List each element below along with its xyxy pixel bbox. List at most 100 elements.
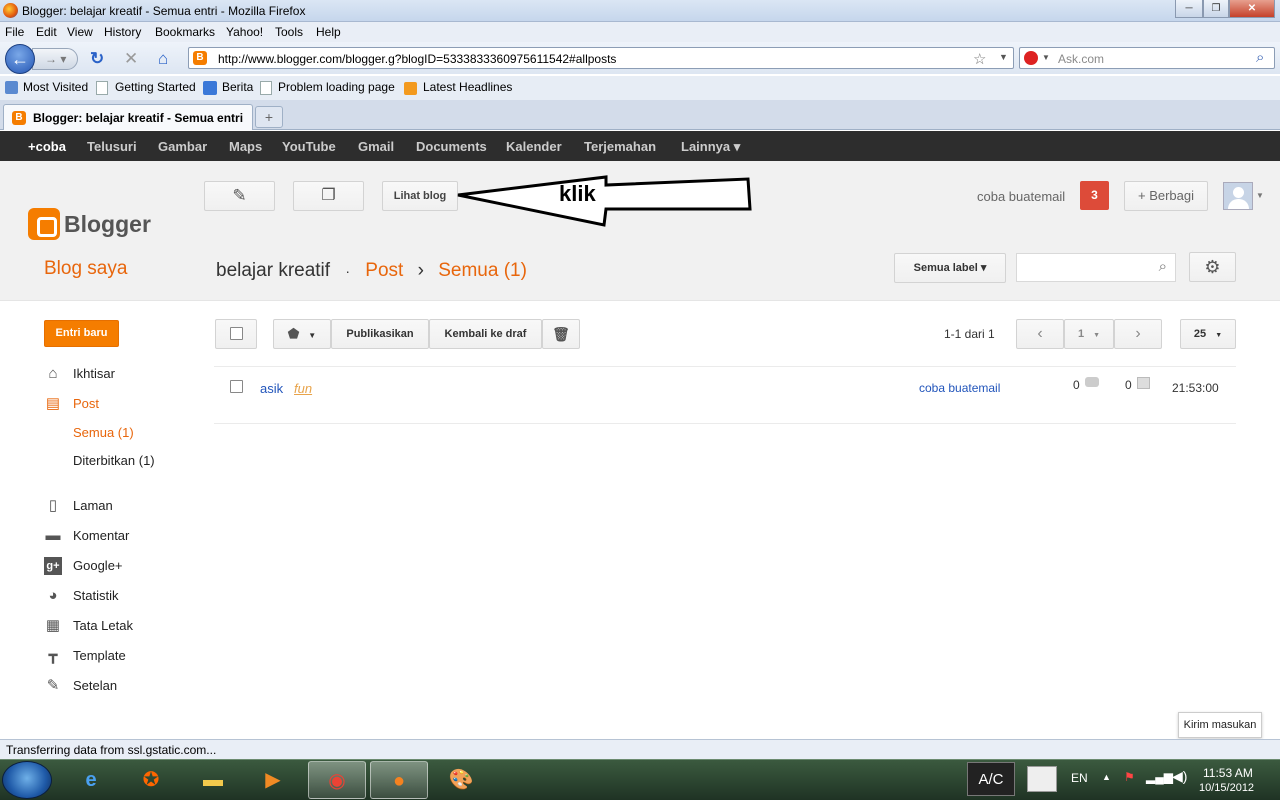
explorer-folder-icon[interactable]: ▬ — [184, 761, 242, 799]
page-select[interactable]: 1 ▼ — [1064, 319, 1114, 349]
googleplus-icon: g+ — [44, 557, 62, 575]
forward-button[interactable]: → ▾ — [32, 48, 78, 70]
table-row[interactable]: asik fun coba buatemail 0 0 21:53:00 — [214, 366, 1236, 424]
breadcrumb: belajar kreatif · Post › Semua (1) — [216, 260, 527, 282]
chrome-icon[interactable]: ◉ — [308, 761, 366, 799]
language-indicator[interactable]: EN — [1071, 771, 1088, 785]
search-engine-dropdown-icon[interactable]: ▼ — [1042, 53, 1050, 62]
breadcrumb-blog-name[interactable]: belajar kreatif — [216, 260, 330, 281]
account-dropdown-icon[interactable]: ▼ — [1256, 191, 1264, 200]
gbar-kalender[interactable]: Kalender — [506, 139, 562, 154]
bookmark-star-icon[interactable]: ☆ — [973, 50, 986, 68]
revert-to-draft-button[interactable]: Kembali ke draf — [429, 319, 542, 349]
pen-tablet-icon[interactable] — [1027, 766, 1057, 792]
gbar-gambar[interactable]: Gambar — [158, 139, 207, 154]
clock-date[interactable]: 10/15/2012 — [1199, 782, 1254, 794]
breadcrumb-post[interactable]: Post — [365, 260, 403, 281]
new-tab-button[interactable]: + — [255, 106, 283, 128]
breadcrumb-semua[interactable]: Semua (1) — [438, 260, 527, 281]
tab-blogger[interactable]: B Blogger: belajar kreatif - Semua entri — [3, 104, 253, 130]
maximize-button[interactable]: ❐ — [1203, 0, 1229, 18]
menu-history[interactable]: History — [104, 25, 141, 39]
menu-help[interactable]: Help — [316, 25, 341, 39]
nav-diterbitkan[interactable]: Diterbitkan (1) — [73, 453, 155, 468]
my-blogs-link[interactable]: Blog saya — [44, 258, 127, 280]
start-button[interactable] — [2, 761, 52, 799]
select-all-checkbox[interactable] — [230, 327, 243, 340]
close-button[interactable]: ✕ — [1229, 0, 1275, 18]
url-text[interactable]: http://www.blogger.com/blogger.g?blogID=… — [218, 52, 616, 66]
nav-semua[interactable]: Semua (1) — [73, 425, 134, 440]
notification-count[interactable]: 3 — [1080, 181, 1109, 210]
avast-icon[interactable]: ✪ — [122, 761, 180, 799]
account-name[interactable]: coba buatemail — [977, 189, 1065, 204]
avatar[interactable] — [1223, 182, 1253, 210]
tag-icon: ⬟ — [287, 326, 300, 341]
settings-gear-button[interactable]: ⚙ — [1189, 252, 1236, 282]
select-all-button[interactable] — [215, 319, 257, 349]
share-button[interactable]: + Berbagi — [1124, 181, 1208, 211]
reload-icon[interactable]: ↻ — [90, 50, 104, 67]
ac-indicator[interactable]: A/C — [967, 762, 1015, 796]
send-feedback-button[interactable]: Kirim masukan — [1178, 712, 1262, 738]
search-placeholder[interactable]: Ask.com — [1058, 52, 1104, 66]
url-dropdown-icon[interactable]: ▼ — [999, 52, 1008, 62]
label-filter-dropdown[interactable]: Semua label ▾ — [894, 253, 1006, 283]
new-post-button[interactable]: Entri baru — [44, 320, 119, 347]
bookmark-latest-headlines[interactable]: Latest Headlines — [423, 80, 512, 94]
posts-list-button[interactable]: ❐ — [293, 181, 364, 211]
menu-yahoo[interactable]: Yahoo! — [226, 25, 263, 39]
menu-bookmarks[interactable]: Bookmarks — [155, 25, 215, 39]
bookmark-berita[interactable]: Berita — [222, 80, 253, 94]
post-title[interactable]: asik — [260, 381, 283, 396]
search-icon[interactable]: ⌕ — [1159, 258, 1167, 275]
bookmark-getting-started[interactable]: Getting Started — [115, 80, 196, 94]
bookmark-problem-loading[interactable]: Problem loading page — [278, 80, 395, 94]
minimize-button[interactable]: ─ — [1175, 0, 1203, 18]
post-label[interactable]: fun — [294, 381, 312, 396]
network-icon[interactable]: ▂▄▆ — [1146, 770, 1173, 784]
post-search-input[interactable]: ⌕ — [1016, 253, 1176, 282]
home-button-icon[interactable]: ⌂ — [158, 50, 168, 67]
prev-page-button[interactable]: ‹ — [1016, 319, 1064, 349]
menu-view[interactable]: View — [67, 25, 93, 39]
gbar-gmail[interactable]: Gmail — [358, 139, 394, 154]
media-player-icon[interactable]: ▶ — [244, 761, 302, 799]
blogger-brand[interactable]: Blogger — [64, 211, 151, 238]
gbar-documents[interactable]: Documents — [416, 139, 487, 154]
ie-icon[interactable]: e — [62, 761, 120, 799]
view-blog-button[interactable]: Lihat blog — [382, 181, 458, 211]
blogger-logo-icon[interactable] — [28, 208, 60, 240]
menu-file[interactable]: File — [5, 25, 24, 39]
post-checkbox[interactable] — [230, 380, 243, 393]
action-center-flag-icon[interactable]: ⚑ — [1124, 770, 1135, 784]
gbar-lainnya[interactable]: Lainnya ▾ — [681, 139, 740, 155]
next-page-button[interactable]: › — [1114, 319, 1162, 349]
clock-time[interactable]: 11:53 AM — [1203, 766, 1253, 780]
blogger-favicon: B — [193, 51, 207, 65]
gbar-telusuri[interactable]: Telusuri — [87, 139, 137, 154]
nav-label: Post — [73, 396, 100, 411]
publish-button[interactable]: Publikasikan — [331, 319, 429, 349]
url-bar[interactable]: B http://www.blogger.com/blogger.g?blogI… — [188, 47, 1014, 69]
delete-button[interactable]: 🗑 — [542, 319, 580, 349]
firefox-taskbar-icon[interactable]: ● — [370, 761, 428, 799]
search-icon[interactable]: ⌕ — [1256, 49, 1264, 66]
tray-expand-icon[interactable]: ▲ — [1102, 772, 1111, 782]
menu-tools[interactable]: Tools — [275, 25, 303, 39]
gbar-coba[interactable]: +coba — [28, 139, 66, 154]
back-button[interactable]: ← — [5, 44, 35, 74]
label-button[interactable]: ⬟ ▼ — [273, 319, 331, 349]
per-page-select[interactable]: 25 ▼ — [1180, 319, 1236, 349]
menu-edit[interactable]: Edit — [36, 25, 57, 39]
volume-icon[interactable]: ◀) — [1172, 768, 1187, 785]
post-author[interactable]: coba buatemail — [919, 381, 1000, 395]
new-post-pencil-button[interactable]: ✎ — [204, 181, 275, 211]
gbar-maps[interactable]: Maps — [229, 139, 262, 154]
search-box[interactable]: ▼ Ask.com ⌕ — [1019, 47, 1275, 69]
paint-icon[interactable]: 🎨 — [432, 761, 490, 799]
gbar-terjemahan[interactable]: Terjemahan — [584, 139, 656, 154]
gbar-youtube[interactable]: YouTube — [282, 139, 336, 154]
stop-icon[interactable]: ✕ — [124, 50, 138, 67]
bookmark-most-visited[interactable]: Most Visited — [23, 80, 88, 94]
